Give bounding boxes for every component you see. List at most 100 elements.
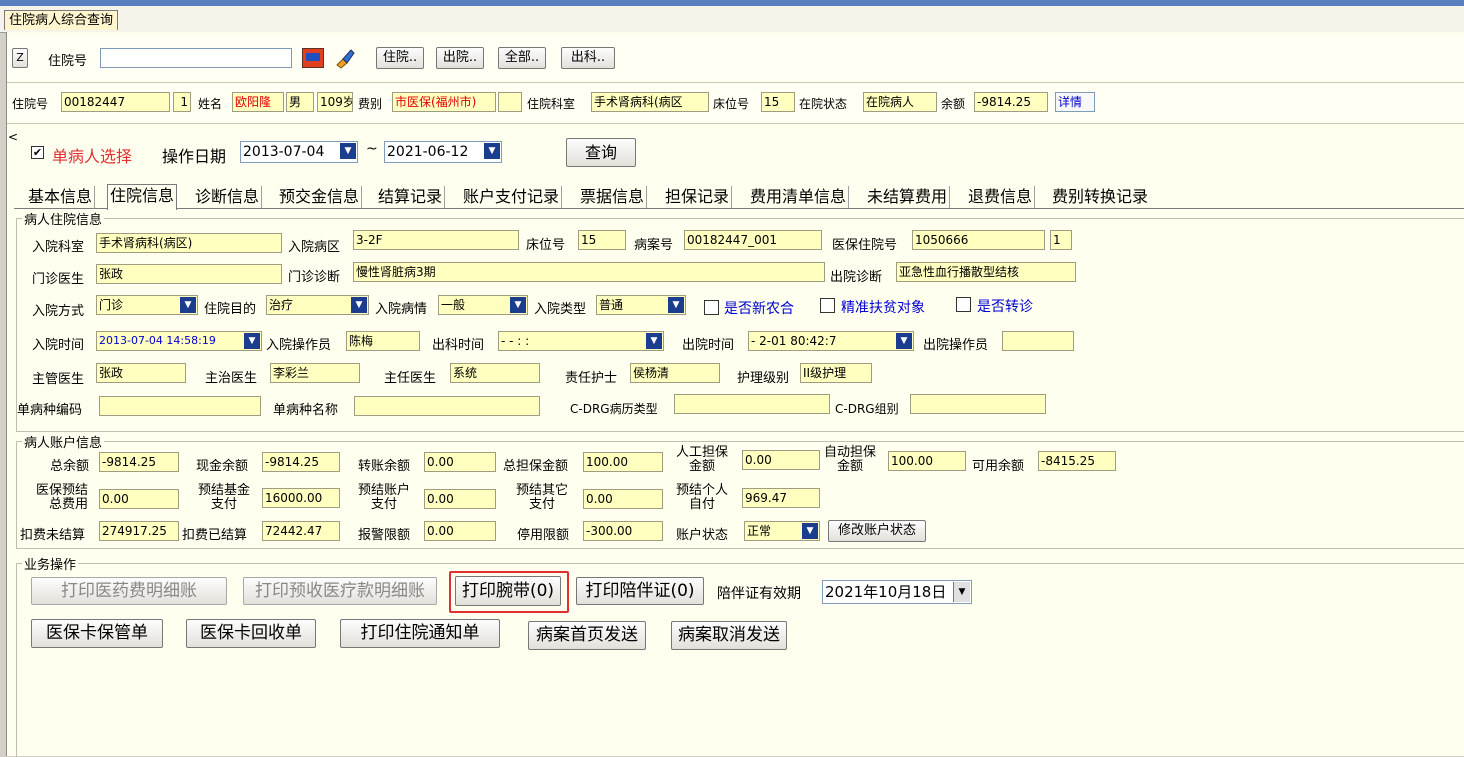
ins-pre-total-label-line2: 总费用 — [49, 497, 89, 512]
alarm-limit-label: 报警限额 — [358, 528, 411, 543]
tab-prepayment-info[interactable]: 预交金信息 — [277, 186, 363, 208]
print-prepay-detail-button[interactable]: 打印预收医疗款明细账 — [243, 577, 437, 605]
date-range-tilde: ~ — [366, 141, 378, 157]
out-dept-time-picker[interactable]: - - : : ▼ — [498, 331, 664, 351]
chevron-down-icon[interactable]: ▼ — [510, 297, 526, 313]
pre-self-label-line1: 预结个人 — [676, 483, 729, 498]
tab-basic-info[interactable]: 基本信息 — [26, 186, 96, 208]
print-drug-detail-button[interactable]: 打印医药费明细账 — [31, 577, 227, 605]
poverty-checkbox[interactable] — [820, 298, 835, 313]
adm-purpose-label: 住院目的 — [204, 302, 257, 317]
chevron-down-icon[interactable]: ▼ — [896, 333, 912, 349]
all-button[interactable]: 全部.. — [498, 47, 546, 69]
care-level: II级护理 — [800, 363, 872, 383]
summary-name: 欧阳隆 — [232, 92, 284, 112]
tab-admission-info[interactable]: 住院信息 — [107, 184, 178, 210]
disease-code-label: 单病种编码 — [17, 403, 83, 418]
admission-no-label: 住院号 — [48, 54, 88, 69]
cdrg-type — [674, 394, 830, 414]
chevron-down-icon[interactable]: ▼ — [953, 582, 970, 602]
attending-label: 主治医生 — [205, 371, 258, 386]
tab-fee-type-conversion[interactable]: 费别转换记录 — [1050, 186, 1150, 208]
date-to-picker[interactable]: 2021-06-12 ▼ — [384, 141, 502, 163]
op-diag: 慢性肾脏病3期 — [353, 262, 825, 282]
manual-guarantee-label: 人工担保 金额 — [676, 446, 728, 474]
ins-card-keep-button[interactable]: 医保卡保管单 — [31, 619, 163, 648]
acct-status-select[interactable]: 正常 ▼ — [744, 521, 820, 541]
adm-purpose-select[interactable]: 治疗 ▼ — [266, 295, 369, 315]
modify-account-status-button[interactable]: 修改账户状态 — [828, 520, 926, 542]
brush-icon[interactable] — [334, 47, 356, 69]
tab-inpatient-query[interactable]: 住院病人综合查询 — [4, 10, 119, 30]
out-dept-button[interactable]: 出科.. — [561, 47, 615, 69]
tab-invoice-info[interactable]: 票据信息 — [578, 186, 648, 208]
adm-bed: 15 — [578, 230, 626, 250]
cash-balance: -9814.25 — [262, 452, 340, 472]
care-level-label: 护理级别 — [737, 371, 790, 386]
adm-time-picker[interactable]: 2013-07-04 14:58:19 ▼ — [96, 331, 262, 351]
total-balance: -9814.25 — [99, 452, 179, 472]
adm-way-select[interactable]: 门诊 ▼ — [96, 295, 198, 315]
discharged-button[interactable]: 出院.. — [436, 47, 484, 69]
tab-refund-info[interactable]: 退费信息 — [966, 186, 1036, 208]
dis-diag-label: 出院诊断 — [830, 270, 883, 285]
stop-limit-label: 停用限额 — [517, 528, 570, 543]
pre-account-label-line2: 支付 — [371, 497, 398, 512]
disease-name-label: 单病种名称 — [273, 403, 339, 418]
ins-card-return-button[interactable]: 医保卡回收单 — [186, 619, 316, 648]
acct-status-value: 正常 — [747, 524, 772, 538]
record-homepage-send-button[interactable]: 病案首页发送 — [528, 621, 646, 650]
chevron-down-icon[interactable]: ▼ — [646, 333, 662, 349]
director-label: 主任医生 — [384, 371, 437, 386]
print-escort-button[interactable]: 打印陪伴证(0) — [576, 577, 704, 605]
summary-fee-type: 市医保(福州市) — [392, 92, 496, 112]
inhospital-button[interactable]: 住院.. — [376, 47, 424, 69]
summary-admission-no-label: 住院号 — [12, 97, 49, 111]
adm-bed-label: 床位号 — [526, 238, 566, 253]
print-admission-notice-button[interactable]: 打印住院通知单 — [340, 619, 500, 648]
adm-dept: 手术肾病科(病区) — [96, 233, 282, 253]
card-reader-icon[interactable] — [302, 48, 324, 68]
pre-fund-label-line2: 支付 — [211, 497, 238, 512]
new-coop-label: 是否新农合 — [724, 301, 794, 317]
escort-valid-date-picker[interactable]: 2021年10月18日 ▼ — [822, 580, 972, 604]
nurse: 侯杨清 — [630, 363, 720, 383]
query-button[interactable]: 查询 — [566, 138, 636, 167]
adm-operator: 陈梅 — [346, 331, 420, 351]
collapse-icon[interactable]: < — [8, 130, 18, 144]
chevron-down-icon[interactable]: ▼ — [351, 297, 367, 313]
detail-button[interactable]: 详情 — [1055, 92, 1095, 112]
admission-no-input[interactable] — [100, 48, 292, 68]
transfer-checkbox[interactable] — [956, 297, 971, 312]
tab-diagnosis-info[interactable]: 诊断信息 — [193, 186, 263, 208]
chevron-down-icon[interactable]: ▼ — [484, 143, 500, 159]
dis-operator — [1002, 331, 1074, 351]
record-cancel-send-button[interactable]: 病案取消发送 — [671, 621, 787, 650]
tab-unsettled-fees[interactable]: 未结算费用 — [865, 186, 951, 208]
summary-admission-no: 00182447 — [61, 92, 170, 112]
summary-fee-type-label: 费别 — [358, 97, 383, 111]
unsettled-label: 扣费未结算 — [20, 528, 86, 543]
summary-status-label: 在院状态 — [799, 97, 848, 111]
chevron-down-icon[interactable]: ▼ — [340, 143, 356, 159]
tab-settlement-records[interactable]: 结算记录 — [376, 186, 446, 208]
adm-condition-select[interactable]: 一般 ▼ — [438, 295, 528, 315]
tab-account-payment-records[interactable]: 账户支付记录 — [461, 186, 563, 208]
tab-guarantee-records[interactable]: 担保记录 — [663, 186, 733, 208]
new-coop-checkbox[interactable] — [704, 300, 719, 315]
date-from-picker[interactable]: 2013-07-04 ▼ — [240, 141, 358, 163]
manual-guarantee-label-line2: 金额 — [689, 459, 716, 474]
adm-type-select[interactable]: 普通 ▼ — [596, 295, 686, 315]
chevron-down-icon[interactable]: ▼ — [180, 297, 196, 313]
chevron-down-icon[interactable]: ▼ — [244, 333, 260, 349]
auto-guarantee: 100.00 — [888, 451, 966, 471]
z-button[interactable]: Z — [12, 48, 28, 68]
tab-fee-list-info[interactable]: 费用清单信息 — [748, 186, 850, 208]
chevron-down-icon[interactable]: ▼ — [802, 523, 818, 539]
pre-other-label-line1: 预结其它 — [516, 483, 569, 498]
dis-time-picker[interactable]: - 2-01 80:42:7 ▼ — [748, 331, 914, 351]
single-patient-checkbox[interactable]: ✔ — [31, 146, 44, 159]
ins-pre-total-label: 医保预结 总费用 — [36, 484, 88, 512]
chevron-down-icon[interactable]: ▼ — [668, 297, 684, 313]
pre-fund-label-line1: 预结基金 — [198, 483, 251, 498]
